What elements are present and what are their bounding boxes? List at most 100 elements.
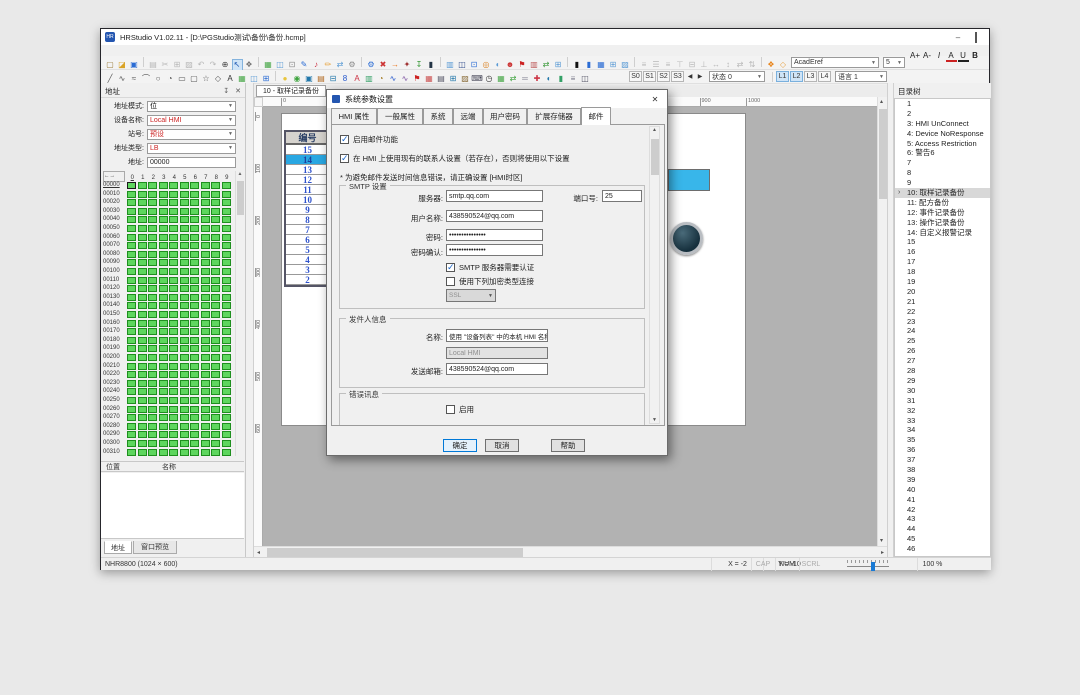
- smtp-server-input[interactable]: [446, 190, 543, 202]
- address-cell[interactable]: [148, 277, 157, 284]
- address-cell[interactable]: [211, 208, 220, 215]
- address-cell[interactable]: [211, 225, 220, 232]
- address-cell[interactable]: [138, 397, 147, 404]
- address-cell[interactable]: [211, 199, 220, 206]
- address-cell[interactable]: [169, 225, 178, 232]
- table-row[interactable]: 14: [286, 155, 329, 165]
- address-cell[interactable]: [138, 311, 147, 318]
- scroll-down-icon[interactable]: ▼: [650, 417, 659, 423]
- meter-widget-icon[interactable]: ◔: [376, 73, 387, 85]
- address-cell[interactable]: [222, 397, 231, 404]
- address-cell[interactable]: [222, 225, 231, 232]
- language-combo[interactable]: 语言 1▼: [835, 71, 887, 82]
- address-cell[interactable]: [180, 388, 189, 395]
- address-cell[interactable]: [180, 285, 189, 292]
- font-increase-button[interactable]: A+: [910, 49, 921, 61]
- address-cell[interactable]: [148, 285, 157, 292]
- address-cell[interactable]: [169, 277, 178, 284]
- address-cell[interactable]: [138, 449, 147, 456]
- address-cell[interactable]: [159, 328, 168, 335]
- tree-item[interactable]: 23: [895, 317, 990, 327]
- tree-item[interactable]: 40: [895, 485, 990, 495]
- address-cell[interactable]: [190, 294, 199, 301]
- address-cell[interactable]: [159, 423, 168, 430]
- address-cell[interactable]: [159, 302, 168, 309]
- zoom-slider-thumb[interactable]: [871, 562, 875, 571]
- scrollbar-thumb[interactable]: [651, 139, 659, 175]
- tree-item[interactable]: 7: [895, 158, 990, 168]
- address-cell[interactable]: [127, 337, 136, 344]
- address-cell[interactable]: [180, 337, 189, 344]
- address-cell[interactable]: [127, 234, 136, 241]
- address-cell[interactable]: [169, 388, 178, 395]
- address-cell[interactable]: [148, 208, 157, 215]
- address-cell[interactable]: [190, 216, 199, 223]
- address-cell[interactable]: [201, 285, 210, 292]
- address-cell[interactable]: [159, 225, 168, 232]
- address-cell[interactable]: [180, 354, 189, 361]
- tree-item[interactable]: 31: [895, 396, 990, 406]
- tree-item[interactable]: 1: [895, 99, 990, 109]
- table-row[interactable]: 12: [286, 175, 329, 185]
- field-combo-2[interactable]: 预设▼: [147, 129, 236, 140]
- address-cell[interactable]: [222, 440, 231, 447]
- ok-button[interactable]: 确定: [443, 439, 477, 452]
- round-button-widget[interactable]: [670, 222, 703, 255]
- table-row[interactable]: 7: [286, 225, 329, 235]
- address-cell[interactable]: [222, 216, 231, 223]
- address-cell[interactable]: [169, 216, 178, 223]
- direct-window-icon[interactable]: ◫: [580, 73, 591, 85]
- tree-item[interactable]: 9: [895, 178, 990, 188]
- address-cell[interactable]: [159, 380, 168, 387]
- address-cell[interactable]: [148, 431, 157, 438]
- address-cell[interactable]: [138, 259, 147, 266]
- address-cell[interactable]: [201, 431, 210, 438]
- address-cell[interactable]: [190, 277, 199, 284]
- dialog-tab-4[interactable]: 远端: [453, 108, 483, 124]
- address-cell[interactable]: [222, 345, 231, 352]
- address-cell[interactable]: [201, 259, 210, 266]
- close-icon[interactable]: ✕: [235, 87, 241, 95]
- address-cell[interactable]: [190, 285, 199, 292]
- address-cell[interactable]: [138, 328, 147, 335]
- address-cell[interactable]: [180, 234, 189, 241]
- valve-widget-icon[interactable]: ✚: [532, 73, 543, 85]
- address-cell[interactable]: [138, 242, 147, 249]
- dialog-tab-5[interactable]: 用户密码: [483, 108, 527, 124]
- address-cell[interactable]: [148, 449, 157, 456]
- address-cell[interactable]: [190, 397, 199, 404]
- smtp-port-input[interactable]: [602, 190, 642, 202]
- flow-block-icon[interactable]: ⇄: [508, 73, 519, 85]
- address-cell[interactable]: [138, 363, 147, 370]
- table-row[interactable]: 8: [286, 215, 329, 225]
- address-cell[interactable]: [138, 440, 147, 447]
- address-cell[interactable]: [211, 251, 220, 258]
- address-cell[interactable]: [159, 397, 168, 404]
- zoom-slider[interactable]: [847, 558, 889, 571]
- address-cell[interactable]: [148, 225, 157, 232]
- address-cell[interactable]: [127, 208, 136, 215]
- address-cell[interactable]: [127, 388, 136, 395]
- address-cell[interactable]: [148, 414, 157, 421]
- address-cell[interactable]: [127, 251, 136, 258]
- address-cell[interactable]: [169, 234, 178, 241]
- address-cell[interactable]: [138, 337, 147, 344]
- address-cell[interactable]: [148, 234, 157, 241]
- ungroup-icon[interactable]: ◇: [778, 59, 789, 71]
- address-cell[interactable]: [159, 440, 168, 447]
- dialog-tab-3[interactable]: 系统: [423, 108, 453, 124]
- address-cell[interactable]: [211, 182, 220, 189]
- address-cell[interactable]: [159, 354, 168, 361]
- address-cell[interactable]: [127, 225, 136, 232]
- table-row[interactable]: 15: [286, 145, 329, 155]
- address-cell[interactable]: [211, 302, 220, 309]
- font-color-button[interactable]: A: [946, 50, 957, 62]
- tree-item[interactable]: 42: [895, 505, 990, 515]
- address-cell[interactable]: [127, 294, 136, 301]
- history-trend-icon[interactable]: ∿: [400, 73, 411, 85]
- address-cell[interactable]: [159, 285, 168, 292]
- vertical-scrollbar[interactable]: ▴ ▾: [877, 97, 887, 546]
- scale-widget-icon[interactable]: ≡: [568, 73, 579, 85]
- align-left-icon[interactable]: ≡: [639, 59, 650, 71]
- address-cell[interactable]: [169, 251, 178, 258]
